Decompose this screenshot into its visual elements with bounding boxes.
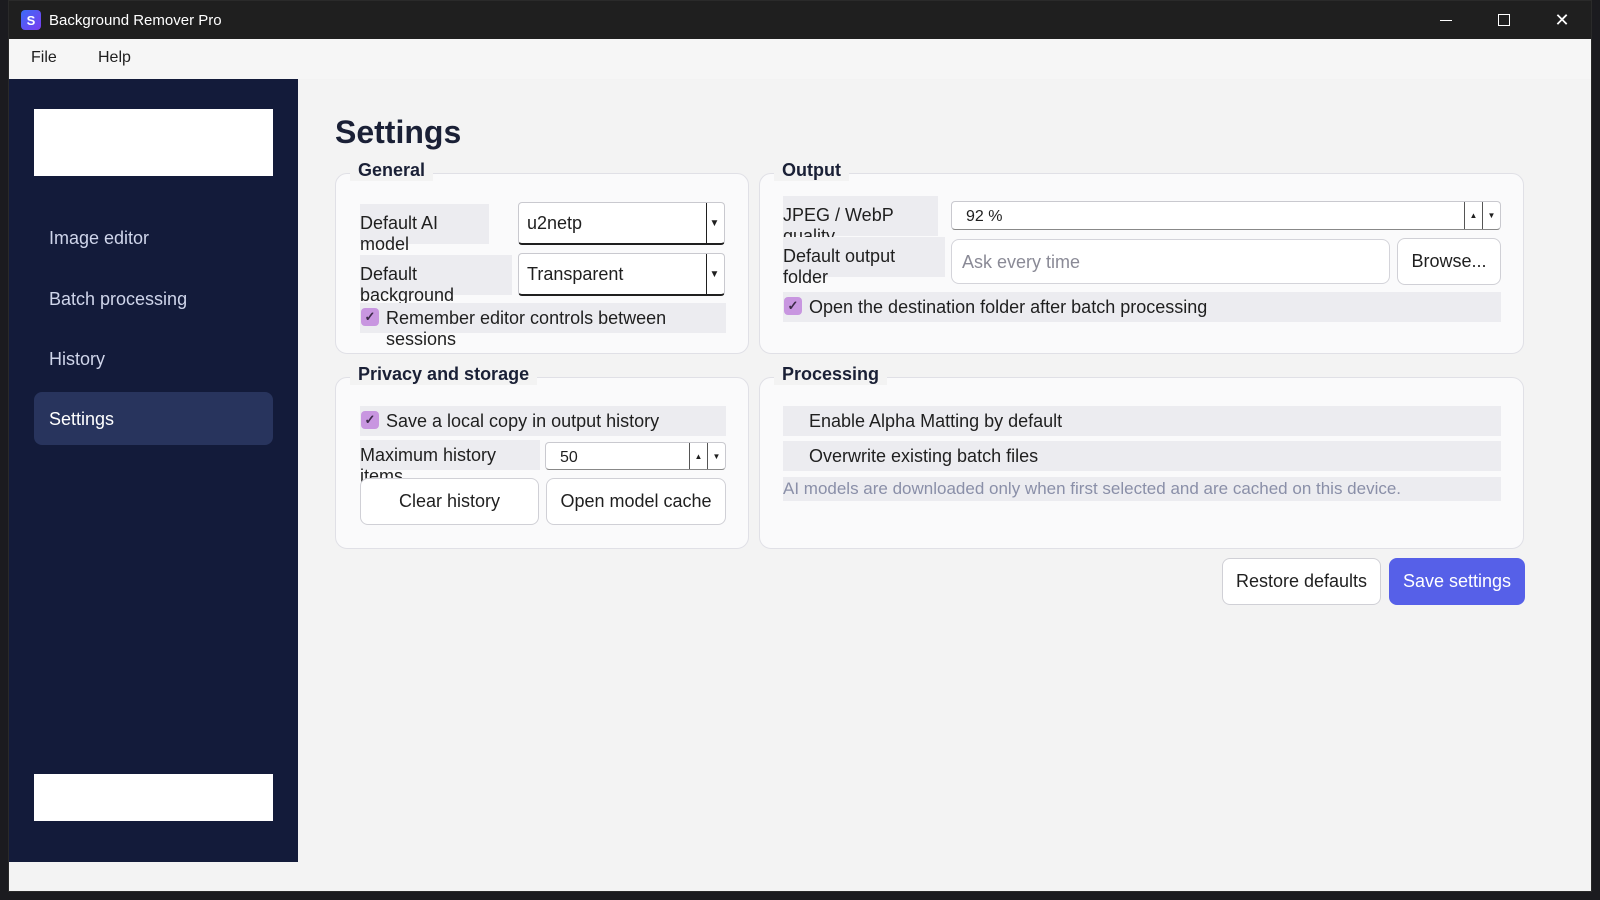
output-folder-label: Default output folder [783, 237, 945, 287]
title-bar: S Background Remover Pro ✕ [9, 1, 1591, 39]
remember-controls-label: Remember editor controls between session… [386, 308, 667, 349]
menu-bar: File Help [9, 39, 1591, 79]
alpha-matting-label: Enable Alpha Matting by default [809, 411, 1063, 431]
version-label: Version 1.9.0 [34, 779, 116, 795]
max-history-spinbox[interactable]: 50 ▲ ▼ [545, 442, 726, 470]
remember-controls-row[interactable]: ✓ Remember editor controls between sessi… [360, 303, 726, 349]
window-title: Background Remover Pro [49, 12, 222, 29]
default-model-value: u2netp [527, 213, 583, 233]
restore-defaults-button[interactable]: Restore defaults [1222, 558, 1381, 605]
max-history-spin-buttons: ▲ ▼ [689, 443, 725, 469]
alpha-matting-row[interactable]: Enable Alpha Matting by default [783, 406, 1501, 436]
default-model-label: Default AI model [360, 204, 489, 254]
default-background-label: Default background [360, 255, 512, 305]
output-group: Output JPEG / WebP quality 92 % ▲ ▼ Defa… [759, 160, 1524, 354]
close-icon: ✕ [1554, 9, 1570, 30]
chevron-down-icon: ▼ [706, 254, 722, 294]
minimize-button[interactable] [1417, 1, 1475, 39]
processing-group: Processing Enable Alpha Matting by defau… [759, 364, 1524, 549]
max-history-label: Maximum history items [360, 440, 540, 486]
maximize-button[interactable] [1475, 1, 1533, 39]
sparkle-icon: ✦ [40, 121, 56, 141]
general-title: General [350, 160, 434, 181]
checkmark-icon[interactable]: ✓ [361, 411, 379, 429]
default-background-select[interactable]: Transparent ▼ [518, 253, 725, 296]
save-settings-button[interactable]: Save settings [1389, 558, 1525, 605]
chevron-down-icon: ▼ [706, 203, 722, 243]
spin-up-icon[interactable]: ▲ [689, 443, 707, 469]
checkbox-icon[interactable] [784, 446, 802, 464]
sidebar-footer: Version 1.9.0 Private local processing [34, 774, 273, 821]
sidebar-item-image-editor[interactable]: Image editor [34, 211, 273, 264]
sidebar-item-batch-processing[interactable]: Batch processing [34, 272, 273, 325]
checkmark-icon[interactable]: ✓ [361, 308, 379, 326]
quality-value: 92 % [966, 208, 1003, 225]
menu-file[interactable]: File [31, 49, 57, 67]
page-title: Settings [335, 114, 462, 150]
sidebar-item-history[interactable]: History [34, 332, 273, 385]
spin-down-icon[interactable]: ▼ [1482, 202, 1500, 229]
spin-down-icon[interactable]: ▼ [707, 443, 725, 469]
open-folder-row[interactable]: ✓ Open the destination folder after batc… [783, 292, 1501, 322]
minimize-icon [1440, 19, 1452, 21]
app-icon: S [21, 10, 41, 30]
overwrite-label: Overwrite existing batch files [809, 446, 1039, 466]
output-title: Output [774, 160, 849, 181]
open-model-cache-button[interactable]: Open model cache [546, 478, 726, 525]
model-download-note: AI models are downloaded only when first… [783, 477, 1501, 501]
privacy-group: Privacy and storage ✓ Save a local copy … [335, 364, 749, 549]
menu-help[interactable]: Help [98, 49, 131, 67]
checkbox-icon[interactable] [784, 411, 802, 429]
privacy-title: Privacy and storage [350, 364, 538, 385]
max-history-value: 50 [560, 449, 578, 466]
open-folder-label: Open the destination folder after batch … [809, 297, 1208, 317]
app-window: S Background Remover Pro ✕ File Help ✦ B… [8, 0, 1592, 892]
quality-spin-buttons: ▲ ▼ [1464, 202, 1500, 229]
clear-history-button[interactable]: Clear history [360, 478, 539, 525]
sidebar-item-settings[interactable]: Settings [34, 392, 273, 445]
brand-text: Background Remover Pro [60, 115, 216, 176]
default-background-value: Transparent [527, 264, 624, 284]
brand-logo: ✦ Background Remover Pro [34, 109, 273, 176]
settings-content: Settings General Default AI model u2netp… [298, 79, 1591, 891]
general-group: General Default AI model u2netp ▼ Defaul… [335, 160, 749, 354]
quality-label: JPEG / WebP quality [783, 196, 938, 246]
spin-up-icon[interactable]: ▲ [1464, 202, 1482, 229]
overwrite-row[interactable]: Overwrite existing batch files [783, 441, 1501, 471]
maximize-icon [1498, 14, 1510, 26]
close-button[interactable]: ✕ [1533, 1, 1591, 39]
save-copy-row[interactable]: ✓ Save a local copy in output history [360, 406, 726, 436]
browse-button[interactable]: Browse... [1397, 238, 1501, 285]
default-model-select[interactable]: u2netp ▼ [518, 202, 725, 245]
save-copy-label: Save a local copy in output history [386, 411, 660, 431]
quality-spinbox[interactable]: 92 % ▲ ▼ [951, 201, 1501, 230]
output-folder-input[interactable]: Ask every time [951, 239, 1390, 284]
sidebar: ✦ Background Remover Pro Image editor Ba… [9, 79, 298, 862]
checkmark-icon[interactable]: ✓ [784, 297, 802, 315]
tagline-label: Private local processing [34, 801, 182, 817]
processing-title: Processing [774, 364, 888, 385]
